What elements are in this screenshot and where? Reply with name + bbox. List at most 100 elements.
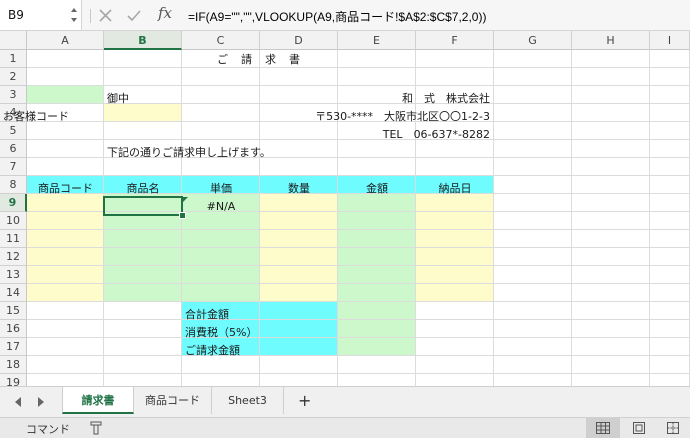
cell[interactable] — [27, 356, 104, 374]
cell[interactable] — [650, 248, 690, 266]
cancel-icon[interactable] — [99, 9, 112, 22]
cell[interactable] — [494, 158, 572, 176]
cell[interactable] — [416, 320, 494, 338]
sheet-tab-product-code[interactable]: 商品コード — [134, 387, 212, 414]
cell[interactable] — [494, 284, 572, 302]
cell[interactable] — [260, 68, 338, 86]
cell[interactable] — [650, 302, 690, 320]
spreadsheet-grid[interactable]: ABCDEFGHI 1 2 3 4 5 6 7 8 9 10 11 12 13 14 15 16 17 18 19 … — [0, 31, 690, 386]
cell[interactable] — [494, 248, 572, 266]
cell[interactable] — [494, 140, 572, 158]
cell[interactable] — [338, 338, 416, 356]
cell[interactable] — [338, 356, 416, 374]
row-header[interactable]: 14 — [0, 284, 27, 302]
cell[interactable] — [572, 50, 650, 68]
cell[interactable] — [338, 68, 416, 86]
cell[interactable] — [338, 374, 416, 386]
cell[interactable] — [104, 248, 182, 266]
cell[interactable] — [260, 374, 338, 386]
cell[interactable] — [104, 284, 182, 302]
cell[interactable] — [338, 248, 416, 266]
cell[interactable] — [260, 356, 338, 374]
cell[interactable] — [416, 374, 494, 386]
cell[interactable] — [260, 212, 338, 230]
column-header[interactable]: C — [182, 31, 260, 50]
cell[interactable] — [572, 374, 650, 386]
cell[interactable] — [650, 338, 690, 356]
cell[interactable] — [494, 374, 572, 386]
cell[interactable] — [182, 86, 260, 104]
selected-cell-b9[interactable] — [103, 196, 183, 216]
cell[interactable] — [572, 104, 650, 122]
formula-input[interactable]: =IF(A9="","",VLOOKUP(A9,商品コード!$A$2:$C$7,… — [188, 8, 486, 25]
cell[interactable] — [572, 230, 650, 248]
cell[interactable] — [104, 302, 182, 320]
cell[interactable] — [182, 266, 260, 284]
cell[interactable] — [572, 302, 650, 320]
cell[interactable] — [260, 302, 338, 320]
cell[interactable] — [27, 158, 104, 176]
cell[interactable] — [494, 356, 572, 374]
row-header[interactable]: 11 — [0, 230, 27, 248]
cell[interactable] — [650, 212, 690, 230]
cell[interactable] — [650, 140, 690, 158]
cell[interactable] — [416, 50, 494, 68]
cell[interactable] — [260, 338, 338, 356]
cell[interactable] — [650, 266, 690, 284]
cell[interactable] — [416, 230, 494, 248]
column-header[interactable]: B — [104, 31, 182, 50]
cell[interactable] — [494, 194, 572, 212]
cell[interactable] — [572, 158, 650, 176]
sheet-tab-invoice[interactable]: 請求書 — [62, 387, 134, 414]
column-header[interactable]: A — [27, 31, 104, 50]
row-header[interactable]: 18 — [0, 356, 27, 374]
cell[interactable] — [494, 266, 572, 284]
cell[interactable] — [260, 158, 338, 176]
cell[interactable] — [260, 248, 338, 266]
cell[interactable] — [27, 86, 104, 104]
cell[interactable] — [494, 320, 572, 338]
cell[interactable] — [182, 284, 260, 302]
cell[interactable] — [572, 320, 650, 338]
cell[interactable] — [338, 284, 416, 302]
cell[interactable] — [27, 230, 104, 248]
cell[interactable] — [27, 320, 104, 338]
row-header[interactable]: 10 — [0, 212, 27, 230]
cell[interactable] — [650, 68, 690, 86]
cell[interactable] — [260, 284, 338, 302]
cell[interactable] — [650, 194, 690, 212]
cell[interactable] — [416, 302, 494, 320]
cell[interactable] — [27, 284, 104, 302]
cell[interactable] — [260, 86, 338, 104]
select-all-corner[interactable] — [0, 31, 27, 50]
cell[interactable] — [182, 230, 260, 248]
cell[interactable] — [416, 158, 494, 176]
cell[interactable] — [416, 338, 494, 356]
column-header[interactable]: I — [650, 31, 690, 50]
macro-record-icon[interactable] — [88, 420, 104, 436]
cell[interactable] — [104, 320, 182, 338]
row-header[interactable]: 6 — [0, 140, 27, 158]
fill-handle[interactable] — [179, 212, 186, 219]
cell[interactable] — [338, 212, 416, 230]
cell[interactable] — [494, 302, 572, 320]
cell[interactable] — [650, 320, 690, 338]
cell[interactable] — [650, 284, 690, 302]
page-layout-view-button[interactable] — [622, 418, 656, 438]
cell[interactable] — [104, 266, 182, 284]
cell[interactable] — [650, 230, 690, 248]
row-header[interactable]: 12 — [0, 248, 27, 266]
sheet-tab-sheet3[interactable]: Sheet3 — [212, 387, 284, 414]
cell[interactable] — [650, 374, 690, 386]
page-break-view-button[interactable] — [656, 418, 690, 438]
cell[interactable] — [494, 230, 572, 248]
cell[interactable] — [260, 140, 338, 158]
row-header[interactable]: 8 — [0, 176, 27, 194]
cell[interactable] — [416, 266, 494, 284]
cell[interactable] — [182, 122, 260, 140]
cell[interactable] — [494, 338, 572, 356]
cell[interactable] — [650, 176, 690, 194]
next-sheet-icon[interactable] — [37, 397, 45, 407]
row-header[interactable]: 2 — [0, 68, 27, 86]
row-header[interactable]: 16 — [0, 320, 27, 338]
